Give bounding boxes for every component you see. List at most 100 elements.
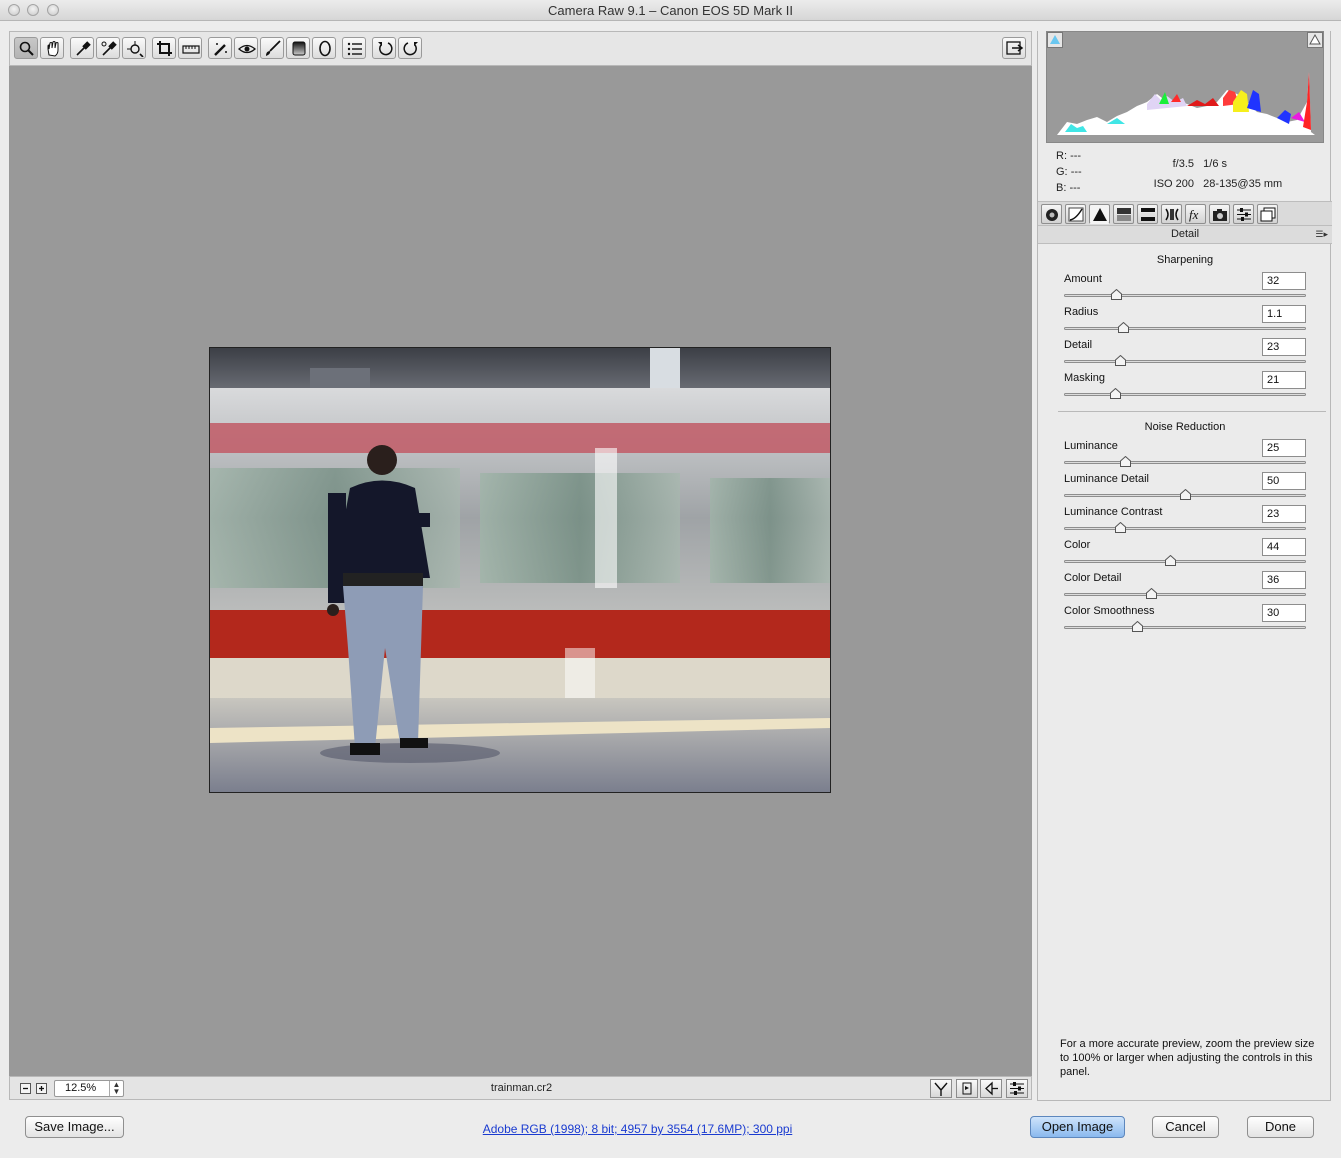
- magnifier-icon: [19, 41, 34, 56]
- slider-track[interactable]: [1064, 461, 1306, 464]
- red-eye-tool-button[interactable]: [234, 37, 258, 59]
- slider-thumb[interactable]: [1165, 555, 1177, 566]
- tab-tone-curve[interactable]: [1065, 204, 1086, 224]
- slider-track[interactable]: [1064, 593, 1306, 596]
- minimize-window-button[interactable]: [27, 4, 39, 16]
- slider-thumb[interactable]: [1114, 355, 1126, 366]
- bottom-bar: Save Image... Adobe RGB (1998); 8 bit; 4…: [0, 1102, 1341, 1158]
- r-label: R:: [1056, 150, 1067, 162]
- slider-thumb[interactable]: [1114, 522, 1126, 533]
- slider-track[interactable]: [1064, 527, 1306, 530]
- close-window-button[interactable]: [8, 4, 20, 16]
- slider-value-field[interactable]: 23: [1262, 338, 1306, 356]
- slider-track[interactable]: [1064, 360, 1306, 363]
- slider-thumb[interactable]: [1119, 456, 1131, 467]
- slider-value-field[interactable]: 50: [1262, 472, 1306, 490]
- zoom-tool-button[interactable]: [14, 37, 38, 59]
- slider-value-field[interactable]: 25: [1262, 439, 1306, 457]
- radial-filter-icon: [319, 40, 331, 57]
- tab-detail[interactable]: [1089, 204, 1110, 224]
- crop-tool-button[interactable]: [152, 37, 176, 59]
- slider-value-field[interactable]: 30: [1262, 604, 1306, 622]
- camera-icon: [1213, 209, 1227, 221]
- slider-row: Masking 21: [1064, 371, 1306, 402]
- straighten-icon: [182, 45, 200, 54]
- r-value: ---: [1070, 150, 1082, 162]
- title-bar: Camera Raw 9.1 – Canon EOS 5D Mark II: [0, 0, 1341, 21]
- target-adjust-icon: [127, 41, 144, 57]
- camera-raw-window: Camera Raw 9.1 – Canon EOS 5D Mark II 12…: [0, 0, 1341, 1158]
- shutter-value: 1/6 s: [1203, 158, 1228, 170]
- slider-value-field[interactable]: 23: [1262, 505, 1306, 523]
- tab-effects[interactable]: fx: [1185, 204, 1206, 224]
- section-divider: [1058, 411, 1326, 412]
- slider-track[interactable]: [1064, 327, 1306, 330]
- slider-value-field[interactable]: 44: [1262, 538, 1306, 556]
- shadow-clipping-icon[interactable]: [1047, 32, 1063, 48]
- window-title: Camera Raw 9.1 – Canon EOS 5D Mark II: [548, 3, 793, 18]
- slider-thumb[interactable]: [1109, 388, 1121, 399]
- slider-value-field[interactable]: 36: [1262, 571, 1306, 589]
- spot-removal-tool-button[interactable]: [208, 37, 232, 59]
- rotate-right-tool-button[interactable]: [398, 37, 422, 59]
- rotate-left-tool-button[interactable]: [372, 37, 396, 59]
- straighten-tool-button[interactable]: [178, 37, 202, 59]
- done-button[interactable]: Done: [1247, 1116, 1314, 1138]
- open-image-button[interactable]: Open Image: [1030, 1116, 1125, 1138]
- slider-thumb[interactable]: [1131, 621, 1143, 632]
- tab-lens-corrections[interactable]: [1161, 204, 1182, 224]
- tool-bar: [9, 31, 1032, 66]
- adjustment-brush-tool-button[interactable]: [260, 37, 284, 59]
- tab-hsl[interactable]: [1113, 204, 1134, 224]
- sharpening-heading: Sharpening: [1156, 254, 1214, 266]
- slider-thumb[interactable]: [1117, 322, 1129, 333]
- targeted-adjustment-tool-button[interactable]: [122, 37, 146, 59]
- slider-row: Luminance Contrast 23: [1064, 505, 1306, 536]
- slider-label: Color Detail: [1064, 572, 1122, 584]
- slider-track[interactable]: [1064, 294, 1306, 297]
- highlight-clipping-icon[interactable]: [1307, 32, 1323, 48]
- toggle-settings-button[interactable]: [1006, 1079, 1028, 1098]
- slider-value-field[interactable]: 21: [1262, 371, 1306, 389]
- preview-view-mode-button[interactable]: [930, 1079, 952, 1098]
- slider-thumb[interactable]: [1110, 289, 1122, 300]
- radial-filter-tool-button[interactable]: [312, 37, 336, 59]
- hsl-icon: [1117, 208, 1131, 221]
- g-label: G:: [1056, 166, 1068, 178]
- slider-thumb[interactable]: [1146, 588, 1158, 599]
- zoom-window-button[interactable]: [47, 4, 59, 16]
- noise-reduction-heading: Noise Reduction: [1144, 421, 1226, 433]
- white-balance-tool-button[interactable]: [70, 37, 94, 59]
- panel-tabs: fx: [1038, 201, 1332, 226]
- graduated-filter-tool-button[interactable]: [286, 37, 310, 59]
- g-value: ---: [1070, 166, 1082, 178]
- status-bar: 12.5% ▲ ▼ trainman.cr2: [9, 1076, 1032, 1100]
- rotate-ccw-icon: [378, 42, 393, 56]
- slider-value-field[interactable]: 32: [1262, 272, 1306, 290]
- panel-menu-icon[interactable]: ☰▸: [1315, 226, 1328, 243]
- slider-label: Luminance: [1064, 440, 1118, 452]
- tab-basic[interactable]: [1041, 204, 1062, 224]
- slider-row: Luminance 25: [1064, 439, 1306, 470]
- image-preview-area[interactable]: [9, 66, 1032, 1076]
- slider-track[interactable]: [1064, 626, 1306, 629]
- slider-row: Color Detail 36: [1064, 571, 1306, 602]
- fullscreen-toggle-button[interactable]: [1002, 37, 1026, 59]
- tab-snapshots[interactable]: [1257, 204, 1278, 224]
- slider-track[interactable]: [1064, 560, 1306, 563]
- copy-settings-button[interactable]: [980, 1079, 1002, 1098]
- slider-thumb[interactable]: [1180, 489, 1191, 500]
- tab-split-toning[interactable]: [1137, 204, 1158, 224]
- slider-track[interactable]: [1064, 393, 1306, 396]
- b-label: B:: [1056, 182, 1067, 194]
- tab-presets[interactable]: [1233, 204, 1254, 224]
- color-sampler-tool-button[interactable]: [96, 37, 120, 59]
- slider-value-field[interactable]: 1.1: [1262, 305, 1306, 323]
- exif-readout: f/3.5 1/6 s ISO 200 28-135@35 mm: [1142, 154, 1283, 194]
- tab-camera-calibration[interactable]: [1209, 204, 1230, 224]
- hand-tool-button[interactable]: [40, 37, 64, 59]
- cancel-button[interactable]: Cancel: [1152, 1116, 1219, 1138]
- preferences-tool-button[interactable]: [342, 37, 366, 59]
- lens-icon: [1165, 208, 1179, 221]
- swap-before-after-button[interactable]: [956, 1079, 978, 1098]
